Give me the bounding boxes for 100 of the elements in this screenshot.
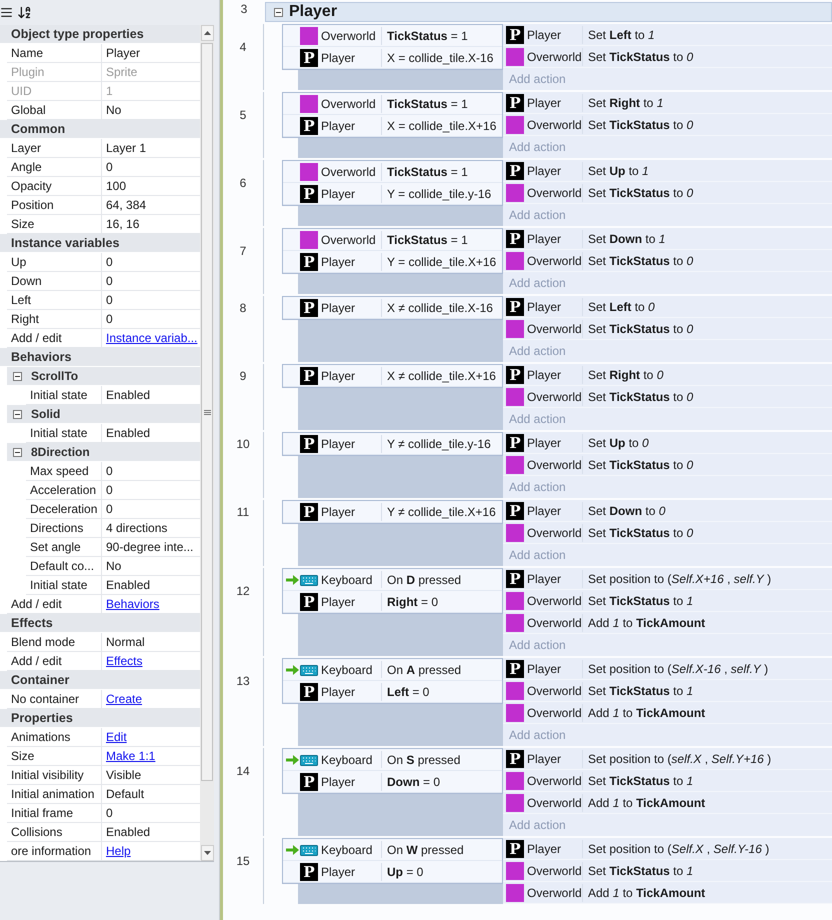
section-header[interactable]: Properties xyxy=(0,709,200,728)
action-row[interactable]: Overworld Set TickStatus to 0 xyxy=(503,250,832,272)
action-text[interactable]: Set TickStatus to 1 xyxy=(583,860,832,882)
action-row[interactable]: Overworld Add 1 to TickAmount xyxy=(503,792,832,814)
property-value[interactable]: No xyxy=(106,559,122,573)
action-row[interactable]: P Player Set Right to 1 xyxy=(503,92,832,114)
property-link[interactable]: Help xyxy=(106,844,131,858)
property-value[interactable]: 0 xyxy=(106,806,113,820)
section-header[interactable]: Container xyxy=(0,671,200,690)
property-value[interactable]: 100 xyxy=(106,179,126,193)
action-row[interactable]: P Player Set Down to 1 xyxy=(503,228,832,250)
condition-text[interactable]: X ≠ collide_tile.X-16 xyxy=(382,297,502,319)
action-text[interactable]: Set TickStatus to 0 xyxy=(583,250,832,272)
action-row[interactable]: Overworld Set TickStatus to 0 xyxy=(503,46,832,68)
property-value[interactable]: Visible xyxy=(106,768,142,782)
property-value[interactable]: 64, 384 xyxy=(106,198,146,212)
property-value[interactable]: Player xyxy=(106,46,140,60)
action-row[interactable]: P Player Set Left to 0 xyxy=(503,296,832,318)
section-header[interactable]: Common xyxy=(0,120,200,139)
scrollbar[interactable] xyxy=(200,25,214,861)
action-text[interactable]: Set Down to 0 xyxy=(583,500,832,522)
action-row[interactable]: Overworld Add 1 to TickAmount xyxy=(503,702,832,724)
property-value[interactable]: 90-degree inte... xyxy=(106,540,194,554)
action-row[interactable]: Overworld Set TickStatus to 0 xyxy=(503,386,832,408)
action-text[interactable]: Set TickStatus to 0 xyxy=(583,46,832,68)
property-value[interactable]: Enabled xyxy=(106,825,150,839)
property-value[interactable]: 0 xyxy=(106,464,113,478)
action-text[interactable]: Set TickStatus to 1 xyxy=(583,590,832,612)
action-row[interactable]: P Player Set position to (Self.X , Self.Y-16 ) xyxy=(503,838,832,860)
property-value[interactable]: 0 xyxy=(106,502,113,516)
action-text[interactable]: Set TickStatus to 1 xyxy=(583,680,832,702)
action-row[interactable]: Overworld Set TickStatus to 1 xyxy=(503,590,832,612)
condition-text[interactable]: TickStatus = 1 xyxy=(382,229,502,251)
property-value[interactable]: 0 xyxy=(106,293,113,307)
action-text[interactable]: Add 1 to TickAmount xyxy=(583,792,832,814)
property-link[interactable]: Create xyxy=(106,692,142,706)
action-row[interactable]: Overworld Set TickStatus to 0 xyxy=(503,114,832,136)
condition-text[interactable]: On W pressed xyxy=(382,839,502,860)
action-text[interactable]: Add 1 to TickAmount xyxy=(583,882,832,904)
property-value[interactable]: Enabled xyxy=(106,388,150,402)
action-row[interactable]: Overworld Set TickStatus to 0 xyxy=(503,182,832,204)
condition-text[interactable]: On S pressed xyxy=(382,749,502,770)
collapse-icon[interactable] xyxy=(13,448,22,456)
action-text[interactable]: Add 1 to TickAmount xyxy=(583,702,832,724)
action-text[interactable]: Set TickStatus to 0 xyxy=(583,522,832,544)
action-text[interactable]: Set TickStatus to 0 xyxy=(583,454,832,476)
condition-text[interactable]: TickStatus = 1 xyxy=(382,93,502,115)
property-value[interactable]: Enabled xyxy=(106,426,150,440)
property-link[interactable]: Instance variab... xyxy=(106,331,198,345)
collapse-icon[interactable] xyxy=(13,372,22,380)
action-row[interactable]: P Player Set Up to 0 xyxy=(503,432,832,454)
action-row[interactable]: Overworld Set TickStatus to 1 xyxy=(503,770,832,792)
action-row[interactable]: P Player Set position to (self.X , Self.Y+16 ) xyxy=(503,748,832,770)
action-row[interactable]: Overworld Add 1 to TickAmount xyxy=(503,612,832,634)
action-row[interactable]: Overworld Add 1 to TickAmount xyxy=(503,882,832,904)
categorized-icon[interactable] xyxy=(0,6,13,19)
action-row[interactable]: P Player Set Up to 1 xyxy=(503,160,832,182)
section-header[interactable]: Instance variables xyxy=(0,234,200,253)
action-text[interactable]: Set TickStatus to 1 xyxy=(583,770,832,792)
action-row[interactable]: P Player Set Right to 0 xyxy=(503,364,832,386)
action-row[interactable]: Overworld Set TickStatus to 0 xyxy=(503,454,832,476)
action-row[interactable]: P Player Set position to (Self.X-16 , self.Y ) xyxy=(503,658,832,680)
property-value[interactable]: 0 xyxy=(106,312,113,326)
action-row[interactable]: Overworld Set TickStatus to 0 xyxy=(503,522,832,544)
action-text[interactable]: Set Left to 1 xyxy=(583,24,832,46)
section-header[interactable]: Object type properties xyxy=(0,25,200,44)
action-row[interactable]: Overworld Set TickStatus to 1 xyxy=(503,680,832,702)
condition-text[interactable]: Right = 0 xyxy=(382,591,502,613)
collapse-icon[interactable] xyxy=(274,8,283,16)
action-row[interactable]: P Player Set Down to 0 xyxy=(503,500,832,522)
property-link[interactable]: Make 1:1 xyxy=(106,749,156,763)
action-text[interactable]: Set TickStatus to 0 xyxy=(583,114,832,136)
action-text[interactable]: Set Right to 0 xyxy=(583,364,832,386)
action-text[interactable]: Set Left to 0 xyxy=(583,296,832,318)
property-link[interactable]: Edit xyxy=(106,730,127,744)
property-link[interactable]: Effects xyxy=(106,654,142,668)
collapse-icon[interactable] xyxy=(13,410,22,418)
section-header[interactable]: Effects xyxy=(0,614,200,633)
action-row[interactable]: P Player Set Left to 1 xyxy=(503,24,832,46)
action-text[interactable]: Set position to (Self.X+16 , self.Y ) xyxy=(583,568,832,590)
property-value[interactable]: 0 xyxy=(106,274,113,288)
scroll-up-icon[interactable] xyxy=(200,25,214,41)
property-value[interactable]: Normal xyxy=(106,635,145,649)
condition-text[interactable]: Y = collide_tile.y-16 xyxy=(382,183,502,205)
action-text[interactable]: Set TickStatus to 0 xyxy=(583,182,832,204)
action-row[interactable]: P Player Set position to (Self.X+16 , self.Y ) xyxy=(503,568,832,590)
condition-text[interactable]: TickStatus = 1 xyxy=(382,25,502,47)
property-value[interactable]: 4 directions xyxy=(106,521,168,535)
condition-text[interactable]: X = collide_tile.X-16 xyxy=(382,47,502,69)
property-value[interactable]: 0 xyxy=(106,255,113,269)
action-text[interactable]: Set Down to 1 xyxy=(583,228,832,250)
action-text[interactable]: Set Up to 0 xyxy=(583,432,832,454)
property-value[interactable]: Default xyxy=(106,787,144,801)
section-header[interactable]: Behaviors xyxy=(0,348,200,367)
condition-text[interactable]: TickStatus = 1 xyxy=(382,161,502,183)
scroll-down-icon[interactable] xyxy=(200,845,214,861)
action-text[interactable]: Set position to (Self.X , Self.Y-16 ) xyxy=(583,838,832,860)
property-value[interactable]: No xyxy=(106,103,122,117)
condition-text[interactable]: On D pressed xyxy=(382,569,502,590)
condition-text[interactable]: Down = 0 xyxy=(382,771,502,793)
